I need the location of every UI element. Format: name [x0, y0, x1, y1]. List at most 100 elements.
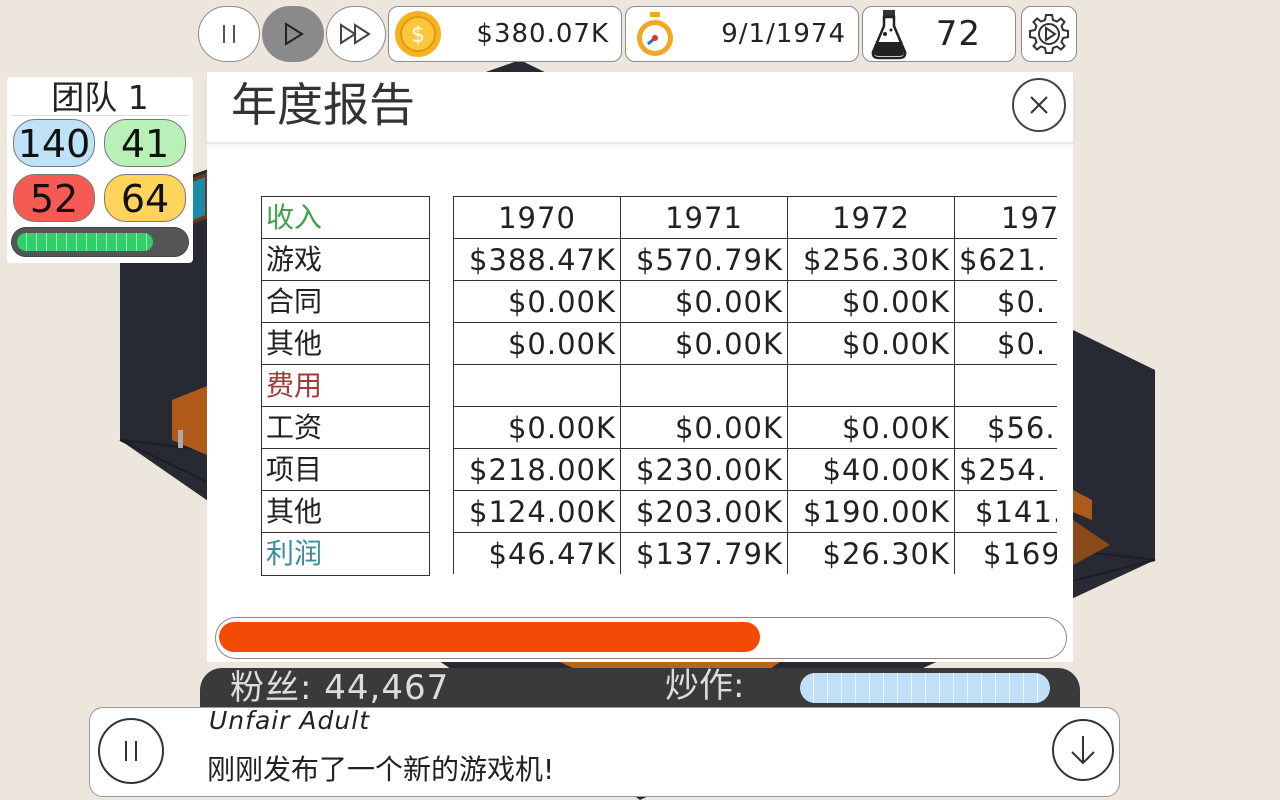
label-other-income: 其他 — [262, 323, 429, 365]
table-cell — [954, 364, 1057, 407]
table-cell: $0. — [954, 280, 1057, 323]
yearly-table-scroll[interactable]: 1970 1971 1972 197 $388.47K $570.79K $25… — [453, 196, 1057, 574]
annual-report-dialog: 年度报告 收入 游戏 合同 其他 费用 工资 项目 其他 利润 1970 197… — [207, 72, 1073, 662]
stat-technology: 41 — [104, 119, 186, 167]
gear-icon — [1029, 14, 1069, 54]
table-cell: $0.00K — [787, 280, 955, 323]
table-cell: $124.00K — [453, 490, 621, 533]
money-value: $380.07K — [476, 19, 609, 49]
research-value: 72 — [935, 14, 981, 54]
table-cell: $169 — [954, 532, 1057, 574]
table-cell: $46.47K — [453, 532, 621, 574]
label-income: 收入 — [262, 197, 429, 239]
table-cell: $254. — [954, 448, 1057, 491]
table-cell — [620, 364, 788, 407]
row-labels: 收入 游戏 合同 其他 费用 工资 项目 其他 利润 — [261, 196, 430, 576]
stat-research: 64 — [104, 174, 186, 222]
close-button[interactable] — [1012, 78, 1066, 132]
play-icon — [285, 22, 304, 46]
table-row-contracts: $0.00K $0.00K $0.00K $0. — [453, 280, 1057, 323]
table-cell: $141. — [954, 490, 1057, 533]
news-dismiss-button[interactable] — [1052, 719, 1114, 781]
yearly-table: 1970 1971 1972 197 $388.47K $570.79K $25… — [453, 196, 1057, 574]
year-header: 1972 — [787, 196, 955, 239]
table-cell — [787, 364, 955, 407]
label-contracts: 合同 — [262, 281, 429, 323]
table-row-salaries: $0.00K $0.00K $0.00K $56. — [453, 406, 1057, 449]
table-cell: $56. — [954, 406, 1057, 449]
table-row-years: 1970 1971 1972 197 — [453, 196, 1057, 239]
play-button[interactable] — [262, 6, 324, 62]
svg-text:$: $ — [411, 23, 425, 48]
pause-icon — [223, 25, 235, 43]
desk-leg-left — [178, 430, 183, 448]
table-cell: $203.00K — [620, 490, 788, 533]
year-header: 1970 — [453, 196, 621, 239]
team-panel[interactable]: 团队 1 140 41 52 64 — [7, 77, 193, 263]
table-row-expenses — [453, 364, 1057, 407]
coin-icon: $ — [395, 11, 441, 57]
table-cell: $230.00K — [620, 448, 788, 491]
table-cell: $0.00K — [787, 406, 955, 449]
label-other-expenses: 其他 — [262, 491, 429, 533]
table-cell: $388.47K — [453, 238, 621, 281]
money-display: $ $380.07K — [388, 6, 622, 62]
potion-flask-icon — [871, 10, 907, 60]
year-header: 197 — [954, 196, 1057, 239]
stat-design: 140 — [13, 119, 95, 167]
close-icon — [1030, 96, 1048, 114]
table-row-profit: $46.47K $137.79K $26.30K $169 — [453, 532, 1057, 574]
table-cell — [453, 364, 621, 407]
news-bar: Unfair Adult 刚刚发布了一个新的游戏机! — [89, 706, 1120, 797]
label-expenses: 费用 — [262, 365, 429, 407]
arrow-down-icon — [1071, 736, 1095, 765]
settings-button[interactable] — [1021, 6, 1077, 62]
table-cell: $0. — [954, 322, 1057, 365]
label-games: 游戏 — [262, 239, 429, 281]
hype-meter — [800, 673, 1050, 703]
fans-count: 粉丝: 44,467 — [230, 668, 450, 708]
news-message: 刚刚发布了一个新的游戏机! — [207, 753, 555, 786]
report-scroll-fill[interactable] — [219, 622, 760, 652]
news-pause-button[interactable] — [98, 718, 164, 784]
table-cell: $218.00K — [453, 448, 621, 491]
label-salaries: 工资 — [262, 407, 429, 449]
table-cell: $40.00K — [787, 448, 955, 491]
dialog-header: 年度报告 — [207, 72, 1073, 144]
table-cell: $0.00K — [453, 406, 621, 449]
table-cell: $0.00K — [620, 322, 788, 365]
pause-button[interactable] — [198, 6, 260, 62]
table-cell: $256.30K — [787, 238, 955, 281]
stopwatch-icon — [637, 12, 673, 56]
table-cell: $137.79K — [620, 532, 788, 574]
table-row-projects: $218.00K $230.00K $40.00K $254. — [453, 448, 1057, 491]
stat-bugs: 52 — [13, 174, 95, 222]
table-cell: $570.79K — [620, 238, 788, 281]
report-scroll-bar[interactable] — [215, 617, 1067, 659]
news-title: Unfair Adult — [209, 706, 370, 735]
table-cell: $190.00K — [787, 490, 955, 533]
table-row-games: $388.47K $570.79K $256.30K $621. — [453, 238, 1057, 281]
team-title: 团队 1 — [11, 79, 189, 117]
dialog-title: 年度报告 — [231, 78, 415, 132]
table-cell: $26.30K — [787, 532, 955, 574]
table-cell: $0.00K — [787, 322, 955, 365]
date-value: 9/1/1974 — [721, 19, 846, 49]
date-display: 9/1/1974 — [625, 6, 859, 62]
table-cell: $0.00K — [453, 280, 621, 323]
table-cell: $0.00K — [453, 322, 621, 365]
year-header: 1971 — [620, 196, 788, 239]
label-profit: 利润 — [266, 537, 323, 570]
table-row-other-expenses: $124.00K $203.00K $190.00K $141. — [453, 490, 1057, 533]
table-row-other-income: $0.00K $0.00K $0.00K $0. — [453, 322, 1057, 365]
hype-label: 炒作: — [665, 666, 745, 706]
table-cell: $0.00K — [620, 280, 788, 323]
table-cell: $0.00K — [620, 406, 788, 449]
team-progress-bar — [11, 227, 189, 257]
pause-icon — [125, 741, 137, 761]
fast-forward-icon — [340, 23, 371, 45]
research-display: 72 — [862, 6, 1016, 62]
fast-forward-button[interactable] — [326, 6, 386, 62]
team-progress-fill — [17, 233, 153, 251]
label-projects: 项目 — [262, 449, 429, 491]
